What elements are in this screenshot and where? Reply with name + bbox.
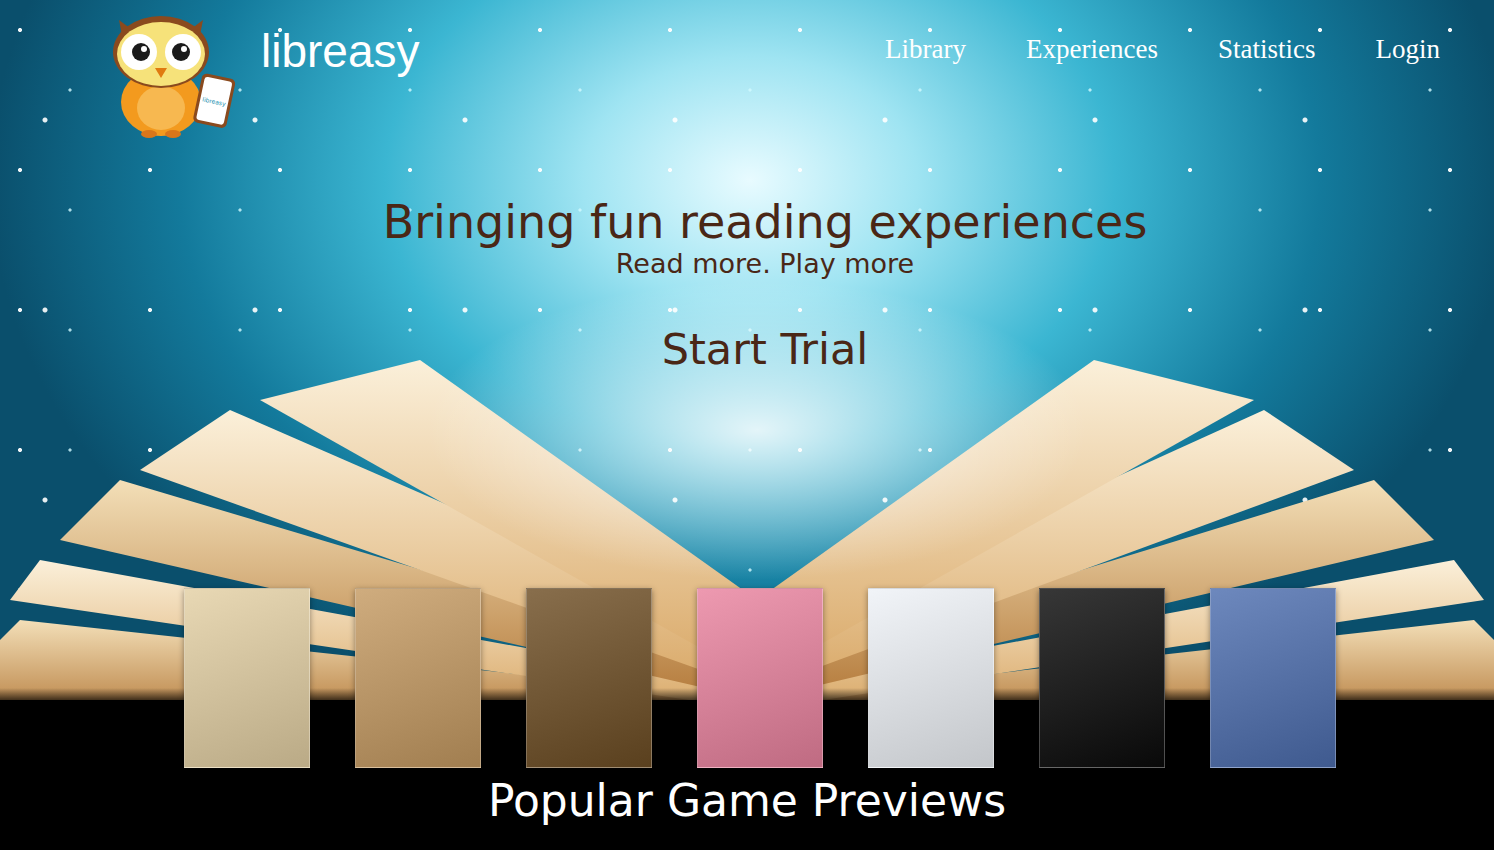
nav-link[interactable]: Login [1376,32,1441,66]
logo-badge: libreasy [202,95,227,108]
hero-title: Bringing fun reading experiences [383,196,1148,248]
brand-name[interactable]: libreasy [261,24,420,78]
nav-link[interactable]: Library [885,32,966,66]
previews-section: Popular Game Previews [0,588,1494,850]
book-cover[interactable] [868,588,994,768]
header: libreasy libreasy Library Experiences Stat… [0,0,1494,140]
main-nav: Library Experiences Statistics Login [885,32,1440,66]
book-row [158,588,1336,768]
spacer [0,376,1494,588]
book-cover[interactable] [1210,588,1336,768]
book-cover[interactable] [184,588,310,768]
start-trial-button[interactable]: Start Trial [652,322,879,376]
hero: Bringing fun reading experiences Read mo… [0,196,1494,376]
nav-link[interactable]: Experiences [1026,32,1158,66]
previews-title: Popular Game Previews [488,774,1006,828]
hero-subtitle: Read more. Play more [616,248,914,280]
nav-link[interactable]: Statistics [1218,32,1316,66]
brand[interactable]: libreasy libreasy [105,10,420,138]
book-cover[interactable] [697,588,823,768]
landing-page: libreasy libreasy Library Experiences Stat… [0,0,1494,850]
book-cover[interactable] [1039,588,1165,768]
book-cover[interactable] [526,588,652,768]
book-cover[interactable] [355,588,481,768]
owl-logo-icon[interactable]: libreasy [105,10,239,138]
